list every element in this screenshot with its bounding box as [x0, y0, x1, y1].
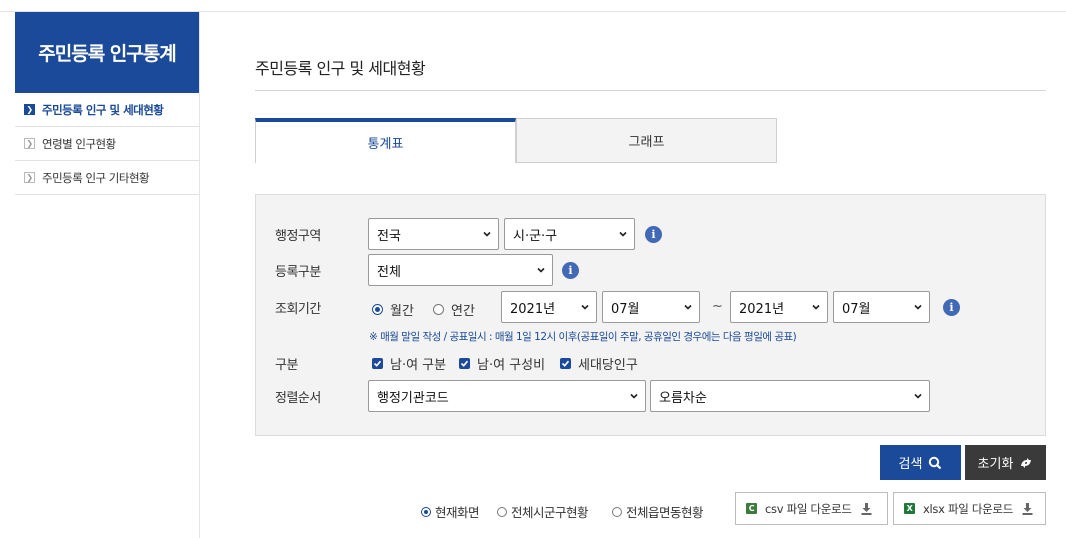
- view-all-sigungu-label: 전체시군구현황: [511, 505, 589, 520]
- checkbox-gender-ratio-label: 남·여 구성비: [477, 358, 546, 373]
- checkbox-gender-split-label: 남·여 구분: [390, 358, 447, 373]
- reset-button[interactable]: 초기화: [965, 445, 1046, 480]
- excel-file-icon: X: [904, 503, 915, 514]
- chevron-down-icon: [619, 231, 627, 237]
- sort-order-select[interactable]: 오름차순: [650, 380, 930, 412]
- sidebar-item-label: 주민등록 인구 기타현황: [42, 170, 150, 185]
- from-month-value: 07월: [611, 301, 640, 317]
- sidebar-item-label: 연령별 인구현황: [42, 136, 116, 151]
- sidebar-title: 주민등록 인구통계: [15, 12, 199, 93]
- from-month-select[interactable]: 07월: [602, 291, 700, 323]
- search-button-label: 검색: [898, 457, 923, 472]
- radio-selected-icon: [372, 304, 383, 315]
- radio-unselected-icon: [612, 506, 622, 517]
- refresh-icon: [1021, 457, 1032, 468]
- chevron-right-icon: ❯: [24, 104, 35, 115]
- from-year-select[interactable]: 2021년: [501, 291, 597, 323]
- chevron-down-icon: [914, 304, 922, 310]
- info-icon[interactable]: i: [645, 226, 662, 243]
- checkbox-per-household-label: 세대당인구: [578, 358, 638, 373]
- checkbox-gender-ratio[interactable]: 남·여 구성비: [459, 354, 545, 373]
- download-icon: [861, 502, 872, 515]
- sido-select-value: 전국: [377, 228, 401, 244]
- period-label: 조회기간: [275, 302, 321, 317]
- chevron-down-icon: [812, 304, 820, 310]
- registration-label: 등록구분: [275, 265, 321, 280]
- page-title: 주민등록 인구 및 세대현황: [255, 59, 426, 78]
- sigungu-select[interactable]: 시·군·구: [504, 218, 635, 250]
- registration-select-value: 전체: [377, 264, 401, 280]
- checkbox-checked-icon: [560, 358, 571, 369]
- view-all-eupmyeondong-label: 전체읍면동현황: [626, 505, 704, 520]
- chevron-down-icon: [537, 267, 545, 273]
- region-label: 행정구역: [275, 229, 321, 244]
- radio-selected-icon: [421, 506, 431, 517]
- sort-field-value: 행정기관코드: [377, 390, 449, 406]
- checkbox-gender-split[interactable]: 남·여 구분: [372, 354, 446, 373]
- checkbox-checked-icon: [459, 358, 470, 369]
- sidebar-item-other-status[interactable]: ❯ 주민등록 인구 기타현황: [15, 161, 199, 195]
- sidebar-menu: ❯ 주민등록 인구 및 세대현황 ❯ 연령별 인구현황 ❯ 주민등록 인구 기타…: [15, 93, 199, 195]
- view-all-sigungu-radio[interactable]: 전체시군구현황: [497, 502, 589, 521]
- csv-file-icon: C: [746, 503, 757, 514]
- from-year-value: 2021년: [510, 301, 556, 317]
- to-year-select[interactable]: 2021년: [730, 291, 828, 323]
- sidebar-item-label: 주민등록 인구 및 세대현황: [42, 102, 164, 117]
- csv-download-button[interactable]: C csv 파일 다운로드: [735, 492, 888, 525]
- download-icon: [1022, 502, 1033, 515]
- sort-field-select[interactable]: 행정기관코드: [368, 380, 646, 412]
- view-current-radio[interactable]: 현재화면: [421, 502, 480, 521]
- sigungu-select-value: 시·군·구: [513, 228, 558, 244]
- publication-note: ※ 매월 말일 작성 / 공표일시 : 매월 1일 12시 이후(공표일이 주말…: [369, 331, 797, 343]
- radio-unselected-icon: [497, 506, 507, 517]
- sort-label: 정렬순서: [275, 391, 321, 406]
- sido-select[interactable]: 전국: [368, 218, 499, 250]
- checkbox-checked-icon: [372, 358, 383, 369]
- tab-statistics-table[interactable]: 통계표: [255, 118, 516, 163]
- info-icon[interactable]: i: [562, 262, 579, 279]
- period-monthly-radio[interactable]: 월간: [372, 300, 414, 319]
- checkbox-per-household[interactable]: 세대당인구: [560, 354, 638, 373]
- sidebar-item-age-population[interactable]: ❯ 연령별 인구현황: [15, 127, 199, 161]
- chevron-right-icon: ❯: [24, 138, 35, 149]
- chevron-down-icon: [914, 393, 922, 399]
- to-month-select[interactable]: 07월: [833, 291, 930, 323]
- to-year-value: 2021년: [739, 301, 785, 317]
- period-monthly-label: 월간: [390, 304, 414, 319]
- search-button[interactable]: 검색: [880, 445, 961, 480]
- period-range-separator: ~: [712, 299, 723, 314]
- chevron-down-icon: [581, 304, 589, 310]
- view-current-label: 현재화면: [435, 505, 480, 520]
- title-divider: [255, 90, 1046, 91]
- tab-graph[interactable]: 그래프: [516, 118, 777, 163]
- sidebar: 주민등록 인구통계 ❯ 주민등록 인구 및 세대현황 ❯ 연령별 인구현황 ❯ …: [0, 12, 200, 538]
- period-yearly-radio[interactable]: 연간: [433, 300, 475, 319]
- sidebar-item-population-households[interactable]: ❯ 주민등록 인구 및 세대현황: [15, 93, 199, 127]
- category-label: 구분: [275, 358, 298, 373]
- view-all-eupmyeondong-radio[interactable]: 전체읍면동현황: [612, 502, 704, 521]
- chevron-down-icon: [483, 231, 491, 237]
- registration-select[interactable]: 전체: [368, 254, 553, 286]
- xlsx-download-button[interactable]: X xlsx 파일 다운로드: [893, 492, 1046, 525]
- period-yearly-label: 연간: [451, 304, 475, 319]
- xlsx-download-label: xlsx 파일 다운로드: [923, 501, 1013, 516]
- search-panel: 행정구역 전국 시·군·구 i 등록구분 전체 i 조회기간 월간 연간 202…: [255, 194, 1046, 436]
- chevron-down-icon: [684, 304, 692, 310]
- chevron-right-icon: ❯: [24, 172, 35, 183]
- chevron-down-icon: [630, 393, 638, 399]
- reset-button-label: 초기화: [977, 457, 1014, 472]
- search-icon: [929, 456, 942, 469]
- csv-download-label: csv 파일 다운로드: [765, 501, 852, 516]
- info-icon[interactable]: i: [943, 299, 960, 316]
- radio-unselected-icon: [433, 304, 444, 315]
- to-month-value: 07월: [842, 301, 871, 317]
- sort-order-value: 오름차순: [659, 390, 707, 406]
